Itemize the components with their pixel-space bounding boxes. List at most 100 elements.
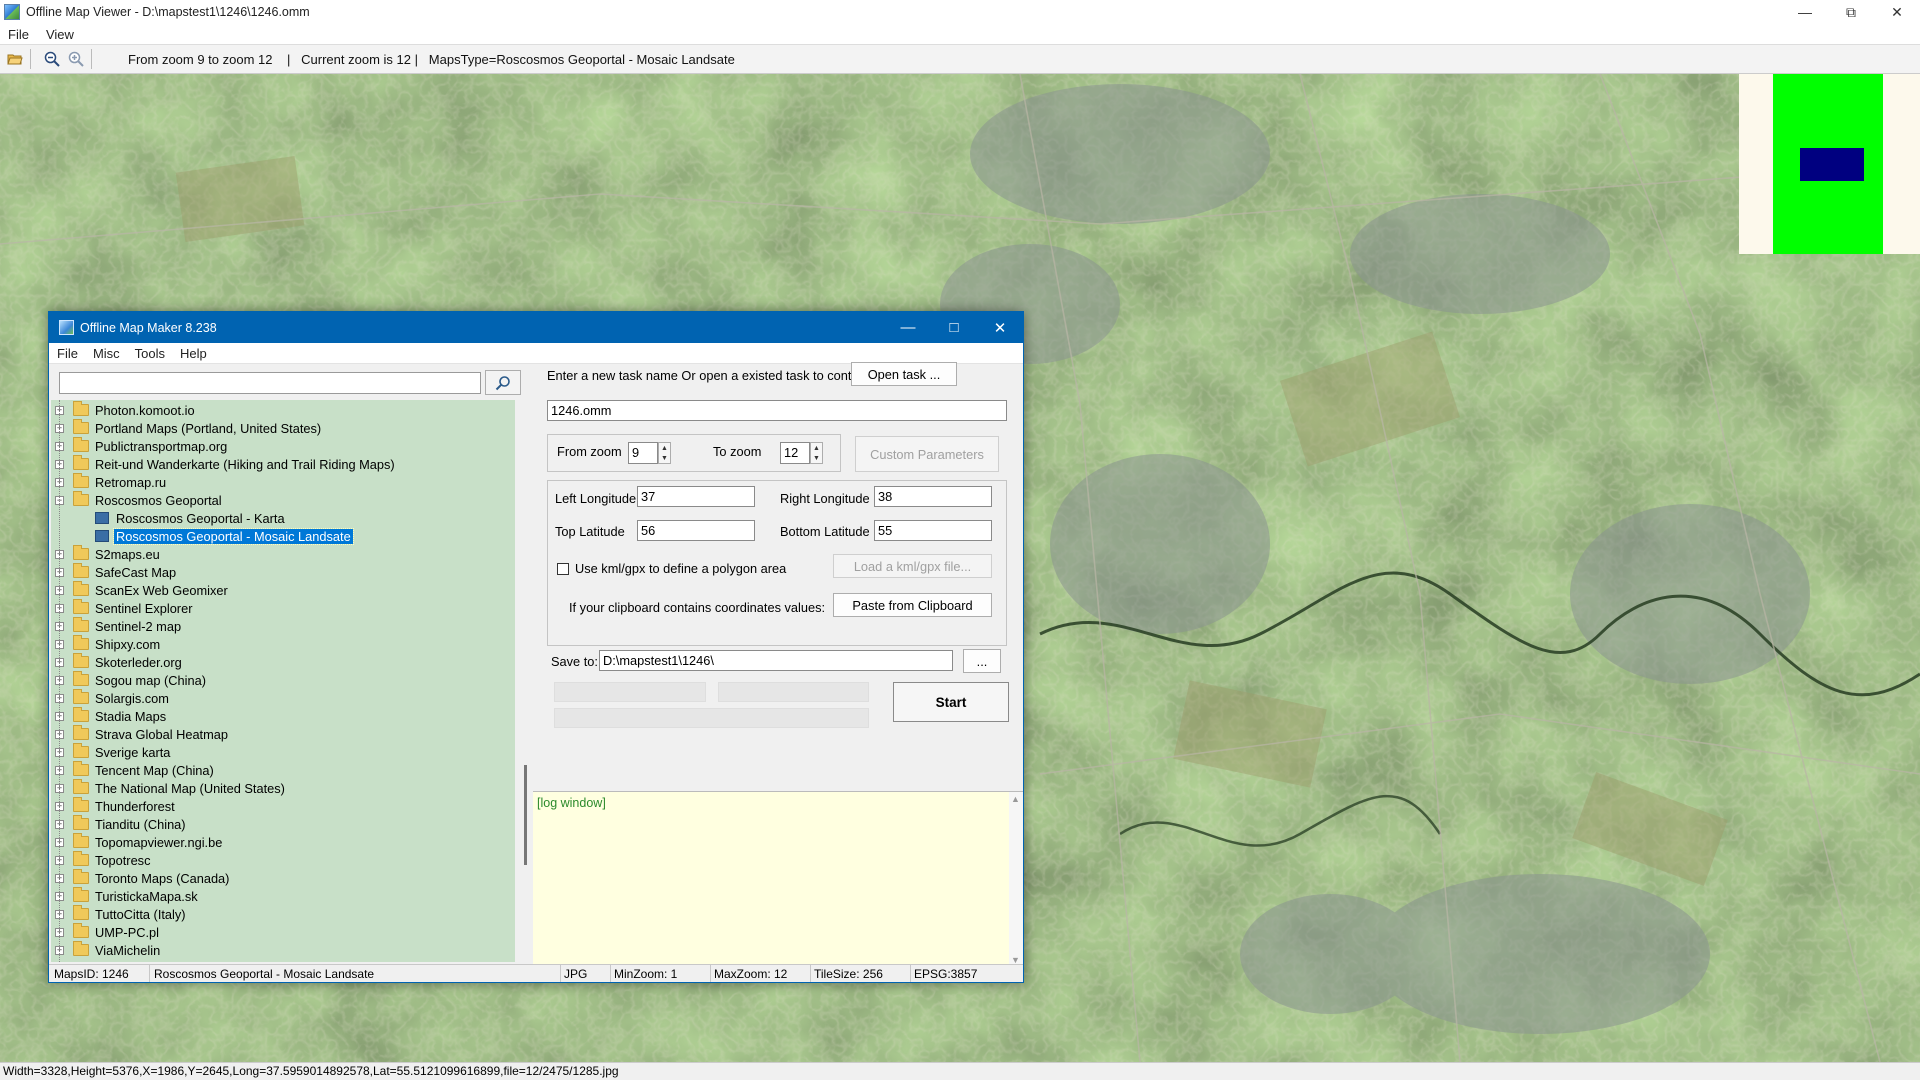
map-provider-folder[interactable]: + Tianditu (China) (51, 815, 515, 833)
map-provider-folder[interactable]: + Topotresc (51, 851, 515, 869)
map-provider-folder[interactable]: + Sentinel-2 map (51, 617, 515, 635)
zoom-out-icon[interactable] (43, 50, 61, 68)
bottom-latitude-input[interactable]: 55 (874, 520, 992, 541)
map-provider-folder[interactable]: + Publictransportmap.org (51, 437, 515, 455)
map-source-tree[interactable]: + Photon.komoot.io + Portland Maps (Portlan… (51, 400, 515, 962)
map-provider-folder[interactable]: + The National Map (United States) (51, 779, 515, 797)
save-to-input[interactable]: D:\mapstest1\1246\ (599, 650, 953, 671)
tree-item-label: TuttoCitta (Italy) (95, 906, 186, 922)
map-provider-folder[interactable]: + Portland Maps (Portland, United States) (51, 419, 515, 437)
map-source-item[interactable]: Roscosmos Geoportal - Mosaic Landsate (51, 527, 515, 545)
browse-folder-button[interactable]: ... (963, 649, 1001, 673)
map-provider-folder[interactable]: + SafeCast Map (51, 563, 515, 581)
map-provider-folder[interactable]: + Reit-und Wanderkarte (Hiking and Trail … (51, 455, 515, 473)
map-provider-folder[interactable]: + Tencent Map (China) (51, 761, 515, 779)
log-window[interactable]: [log window] ▲ ▼ (533, 791, 1023, 967)
window-controls: — ⧉ ✕ (1782, 0, 1920, 24)
map-provider-folder[interactable]: − Roscosmos Geoportal (51, 491, 515, 509)
dialog-menu-tools[interactable]: Tools (135, 346, 172, 361)
map-provider-folder[interactable]: + ScanEx Web Geomixer (51, 581, 515, 599)
minimap[interactable] (1739, 74, 1920, 254)
from-zoom-input[interactable]: 9 (628, 442, 658, 464)
top-latitude-input[interactable]: 56 (637, 520, 755, 541)
custom-parameters-button[interactable]: Custom Parameters (855, 436, 999, 472)
status-epsg: EPSG:3857 (914, 967, 978, 981)
map-provider-folder[interactable]: + Sentinel Explorer (51, 599, 515, 617)
dialog-title: Offline Map Maker 8.238 (80, 320, 217, 335)
tree-item-label: Thunderforest (95, 798, 175, 814)
folder-icon (73, 689, 89, 704)
map-provider-folder[interactable]: + Topomapviewer.ngi.be (51, 833, 515, 851)
dialog-menu-misc[interactable]: Misc (93, 346, 127, 361)
map-provider-folder[interactable]: + TuristickaMapa.sk (51, 887, 515, 905)
status-separator (710, 965, 711, 982)
dialog-maximize-button[interactable]: □ (931, 312, 977, 343)
from-zoom-spinner[interactable]: ▲ ▼ (658, 442, 671, 464)
dialog-menu-help[interactable]: Help (180, 346, 214, 361)
map-provider-folder[interactable]: + Sverige karta (51, 743, 515, 761)
map-provider-folder[interactable]: + Toronto Maps (Canada) (51, 869, 515, 887)
start-button[interactable]: Start (893, 682, 1009, 722)
map-provider-folder[interactable]: + Stadia Maps (51, 707, 515, 725)
tree-item-label: Roscosmos Geoportal (95, 492, 222, 508)
app-icon (4, 4, 20, 20)
map-provider-folder[interactable]: + TuttoCitta (Italy) (51, 905, 515, 923)
tree-item-label: TuristickaMapa.sk (95, 888, 198, 904)
map-provider-folder[interactable]: + Skoterleder.org (51, 653, 515, 671)
tree-item-label: UMP-PC.pl (95, 924, 159, 940)
map-provider-folder[interactable]: + Sogou map (China) (51, 671, 515, 689)
menu-file[interactable]: File (8, 27, 36, 42)
open-task-button[interactable]: Open task ... (851, 362, 957, 386)
minimap-viewport[interactable] (1800, 148, 1864, 181)
folder-icon (73, 707, 89, 722)
folder-icon (73, 761, 89, 776)
restore-button[interactable]: ⧉ (1828, 0, 1874, 24)
menu-view[interactable]: View (46, 27, 81, 42)
dialog-close-button[interactable]: ✕ (977, 312, 1023, 343)
folder-icon (73, 851, 89, 866)
close-button[interactable]: ✕ (1874, 0, 1920, 24)
log-scrollbar[interactable]: ▲ ▼ (1009, 792, 1023, 967)
tree-item-label: ViaMichelin (95, 942, 161, 958)
search-button[interactable] (485, 370, 521, 395)
map-provider-folder[interactable]: + ViaMichelin (51, 941, 515, 959)
paste-from-clipboard-button[interactable]: Paste from Clipboard (833, 593, 992, 617)
scroll-up-icon[interactable]: ▲ (1011, 794, 1020, 804)
to-zoom-input[interactable]: 12 (780, 442, 810, 464)
map-provider-folder[interactable]: + Solargis.com (51, 689, 515, 707)
dialog-minimize-button[interactable]: — (885, 312, 931, 343)
map-provider-folder[interactable]: + Thunderforest (51, 797, 515, 815)
kml-polygon-checkbox[interactable] (557, 563, 569, 575)
folder-open-icon[interactable] (6, 50, 24, 68)
right-longitude-label: Right Longitude (780, 491, 870, 506)
zoom-in-icon[interactable] (67, 50, 85, 68)
status-format: JPG (564, 967, 588, 981)
right-longitude-input[interactable]: 38 (874, 486, 992, 507)
left-longitude-input[interactable]: 37 (637, 486, 755, 507)
save-to-label: Save to: (551, 654, 598, 669)
load-kml-button[interactable]: Load a kml/gpx file... (833, 554, 992, 578)
map-provider-folder[interactable]: + UMP-PC.pl (51, 923, 515, 941)
map-provider-folder[interactable]: + Photon.komoot.io (51, 401, 515, 419)
dialog-menu-file[interactable]: File (57, 346, 85, 361)
status-max-zoom: MaxZoom: 12 (714, 967, 788, 981)
search-input[interactable] (59, 372, 481, 394)
tree-scrollbar[interactable] (524, 765, 527, 865)
map-provider-folder[interactable]: + Shipxy.com (51, 635, 515, 653)
minimize-button[interactable]: — (1782, 0, 1828, 24)
map-source-item[interactable]: Roscosmos Geoportal - Karta (51, 509, 515, 527)
task-name-input[interactable]: 1246.omm (547, 400, 1007, 421)
map-provider-folder[interactable]: + Strava Global Heatmap (51, 725, 515, 743)
folder-icon (73, 617, 89, 632)
dialog-app-icon (59, 320, 74, 335)
to-zoom-spinner[interactable]: ▲ ▼ (810, 442, 823, 464)
dialog-titlebar[interactable]: Offline Map Maker 8.238 — □ ✕ (49, 312, 1023, 343)
kml-polygon-label: Use kml/gpx to define a polygon area (575, 561, 787, 576)
folder-icon (73, 635, 89, 650)
status-map-name: Roscosmos Geoportal - Mosaic Landsate (154, 967, 375, 981)
map-provider-folder[interactable]: + S2maps.eu (51, 545, 515, 563)
folder-icon (73, 725, 89, 740)
viewer-menubar: File View (0, 24, 1920, 44)
folder-icon (73, 869, 89, 884)
map-provider-folder[interactable]: + Retromap.ru (51, 473, 515, 491)
